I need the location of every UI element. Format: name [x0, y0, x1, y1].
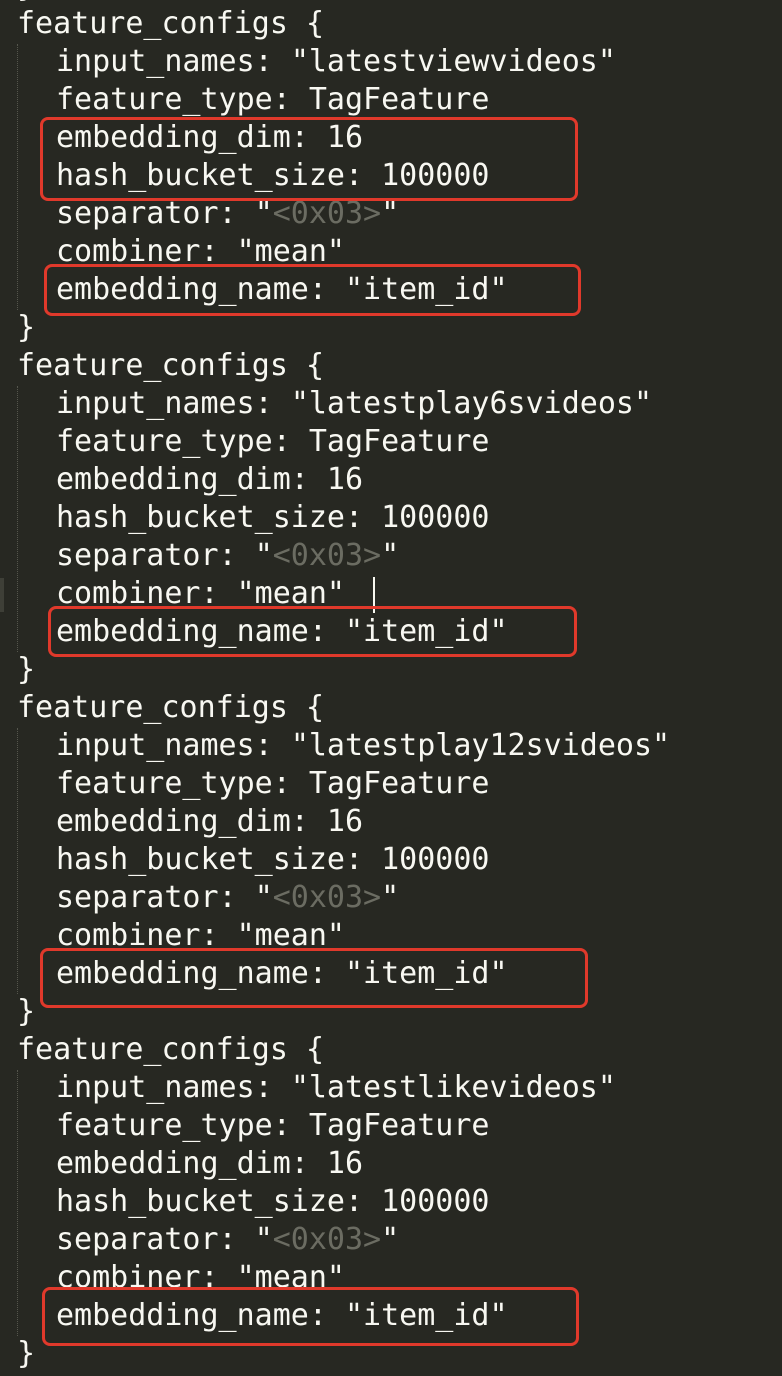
separator-key: separator: — [56, 196, 255, 231]
block-open-line: feature_configs { — [17, 690, 325, 725]
input-names-line: input_names: "latestviewvideos" — [56, 43, 616, 81]
embedding-dim-line: embedding_dim: 16 — [56, 462, 364, 497]
code-editor[interactable]: } feature_configs { input_names: "latest… — [0, 0, 782, 1376]
separator-key: separator: — [56, 1222, 255, 1257]
separator-quote-open: " — [254, 196, 273, 231]
separator-quote-close: " — [381, 538, 400, 573]
indent-guide — [17, 386, 18, 652]
embedding-dim-line: embedding_dim: 16 — [56, 1146, 364, 1181]
feature-type-line: feature_type: TagFeature — [56, 1108, 490, 1143]
input-names-value: "latestplay6svideos" — [290, 386, 653, 421]
block-open-line: feature_configs { — [17, 1032, 325, 1067]
highlight-box — [44, 264, 581, 316]
highlight-box — [40, 948, 588, 1008]
block-close-line: } — [17, 1336, 36, 1371]
block-close-line: } — [17, 652, 36, 687]
input-names-key: input_names: — [56, 44, 291, 79]
separator-key: separator: — [56, 880, 255, 915]
control-char: <0x03> — [272, 1222, 382, 1257]
hash-bucket-size-line: hash_bucket_size: 100000 — [56, 842, 490, 877]
input-names-key: input_names: — [56, 386, 291, 421]
separator-quote-open: " — [254, 1222, 273, 1257]
indent-guide — [17, 1070, 18, 1336]
indent-guide — [17, 44, 18, 310]
embedding-dim-line: embedding_dim: 16 — [56, 804, 364, 839]
control-char: <0x03> — [272, 196, 382, 231]
block-open-line: feature_configs { — [17, 348, 325, 383]
indent-guide — [17, 728, 18, 994]
block-close-line: } — [17, 310, 36, 345]
hash-bucket-size-line: hash_bucket_size: 100000 — [56, 500, 490, 535]
separator-quote-open: " — [254, 880, 273, 915]
input-names-value: "latestplay12svideos" — [290, 728, 671, 763]
input-names-key: input_names: — [56, 1070, 291, 1105]
separator-quote-close: " — [381, 196, 400, 231]
highlight-box — [40, 117, 578, 201]
separator-line: separator: "<0x03>" — [56, 879, 399, 917]
highlight-box — [42, 1287, 579, 1346]
input-names-line: input_names: "latestplay6svideos" — [56, 385, 652, 423]
input-names-key: input_names: — [56, 728, 291, 763]
separator-key: separator: — [56, 538, 255, 573]
highlight-box — [48, 606, 577, 657]
hash-bucket-size-line: hash_bucket_size: 100000 — [56, 1184, 490, 1219]
separator-line: separator: "<0x03>" — [56, 537, 399, 575]
control-char: <0x03> — [272, 538, 382, 573]
current-line-gutter-mark — [0, 578, 4, 612]
feature-type-line: feature_type: TagFeature — [56, 82, 490, 117]
feature-type-line: feature_type: TagFeature — [56, 424, 490, 459]
input-names-line: input_names: "latestlikevideos" — [56, 1069, 616, 1107]
feature-type-line: feature_type: TagFeature — [56, 766, 490, 801]
separator-quote-close: " — [381, 1222, 400, 1257]
block-close-line: } — [17, 994, 36, 1029]
input-names-value: "latestlikevideos" — [290, 1070, 616, 1105]
separator-quote-open: " — [254, 538, 273, 573]
input-names-value: "latestviewvideos" — [290, 44, 616, 79]
input-names-line: input_names: "latestplay12svideos" — [56, 727, 670, 765]
separator-line: separator: "<0x03>" — [56, 1221, 399, 1259]
control-char: <0x03> — [272, 880, 382, 915]
separator-quote-close: " — [381, 880, 400, 915]
block-open-line: feature_configs { — [17, 6, 325, 41]
